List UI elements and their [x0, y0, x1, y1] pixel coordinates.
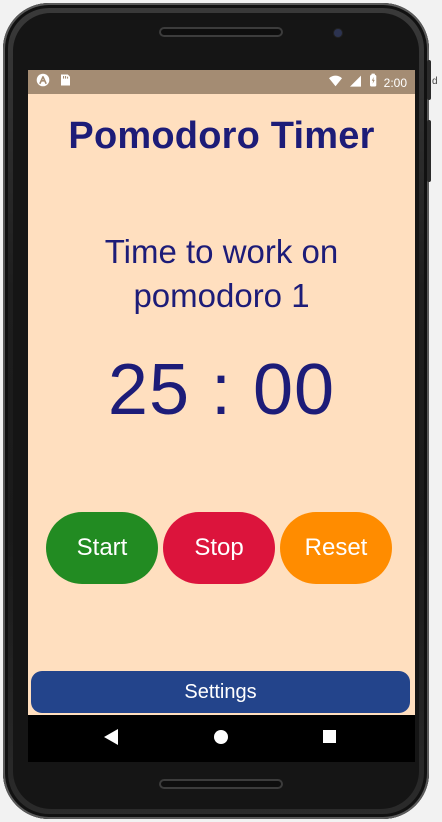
- side-button-volume: [427, 120, 431, 182]
- recents-icon[interactable]: [323, 730, 336, 743]
- status-time: 2:00: [383, 76, 407, 90]
- home-icon[interactable]: [214, 730, 228, 744]
- wifi-icon: [328, 74, 343, 93]
- settings-button[interactable]: Settings: [31, 671, 410, 713]
- top-speaker: [159, 27, 283, 37]
- reset-button[interactable]: Reset: [280, 512, 392, 584]
- timer-display: 25 : 00: [107, 350, 336, 430]
- status-right: 2:00: [328, 73, 407, 93]
- timer-controls: Start Stop Reset: [46, 512, 396, 584]
- status-left: [36, 73, 72, 92]
- session-label-line-1: Time to work on: [104, 233, 339, 270]
- system-navigation-bar: [28, 715, 415, 762]
- stop-button[interactable]: Stop: [163, 512, 275, 584]
- session-label: Time to work on pomodoro 1: [28, 230, 415, 318]
- bottom-speaker: [159, 779, 283, 789]
- side-mark: d: [432, 76, 438, 87]
- app-title: Pomodoro Timer: [68, 115, 375, 157]
- status-bar: 2:00: [28, 70, 415, 94]
- app-icon: [36, 73, 50, 92]
- sd-card-icon: [58, 73, 72, 92]
- session-label-line-2: pomodoro 1: [133, 277, 310, 314]
- start-button[interactable]: Start: [46, 512, 158, 584]
- signal-icon: [349, 74, 362, 93]
- front-camera: [334, 29, 342, 37]
- back-icon[interactable]: [104, 729, 118, 745]
- emulator-page: d 2:00 Pomodoro Timer Time to work on po…: [0, 0, 442, 822]
- battery-icon: [368, 73, 378, 93]
- app-screen: 2:00 Pomodoro Timer Time to work on pomo…: [28, 70, 415, 762]
- side-button-power: [427, 60, 431, 100]
